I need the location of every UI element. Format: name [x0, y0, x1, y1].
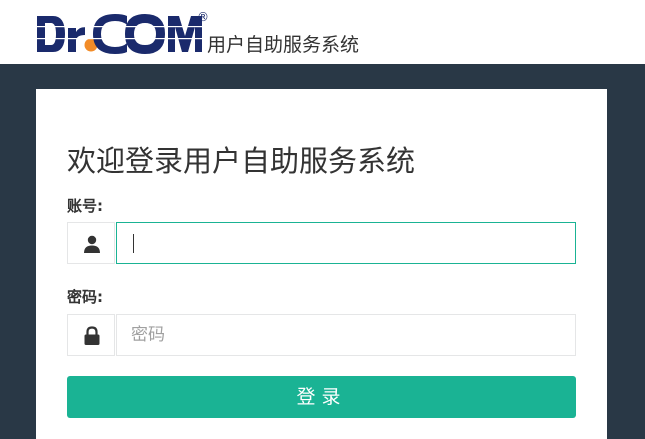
password-label: 密码: [67, 288, 103, 306]
text-caret [133, 234, 134, 253]
login-card: 欢迎登录用户自助服务系统 账号: 密码: 登录 [36, 89, 607, 439]
account-input-group [67, 222, 576, 264]
account-input[interactable] [116, 222, 576, 264]
password-addon [67, 314, 115, 356]
header: ® 用户自助服务系统 [0, 0, 645, 64]
password-input-group [67, 314, 576, 356]
drcom-logo [35, 14, 205, 54]
lock-icon [84, 326, 100, 345]
account-addon [67, 222, 115, 264]
account-label: 账号: [67, 197, 103, 215]
welcome-title: 欢迎登录用户自助服务系统 [67, 144, 416, 178]
login-button[interactable]: 登录 [67, 376, 576, 418]
registered-mark: ® [197, 10, 209, 24]
user-icon [84, 235, 100, 253]
password-input[interactable] [116, 314, 576, 356]
system-name: 用户自助服务系统 [207, 34, 360, 56]
